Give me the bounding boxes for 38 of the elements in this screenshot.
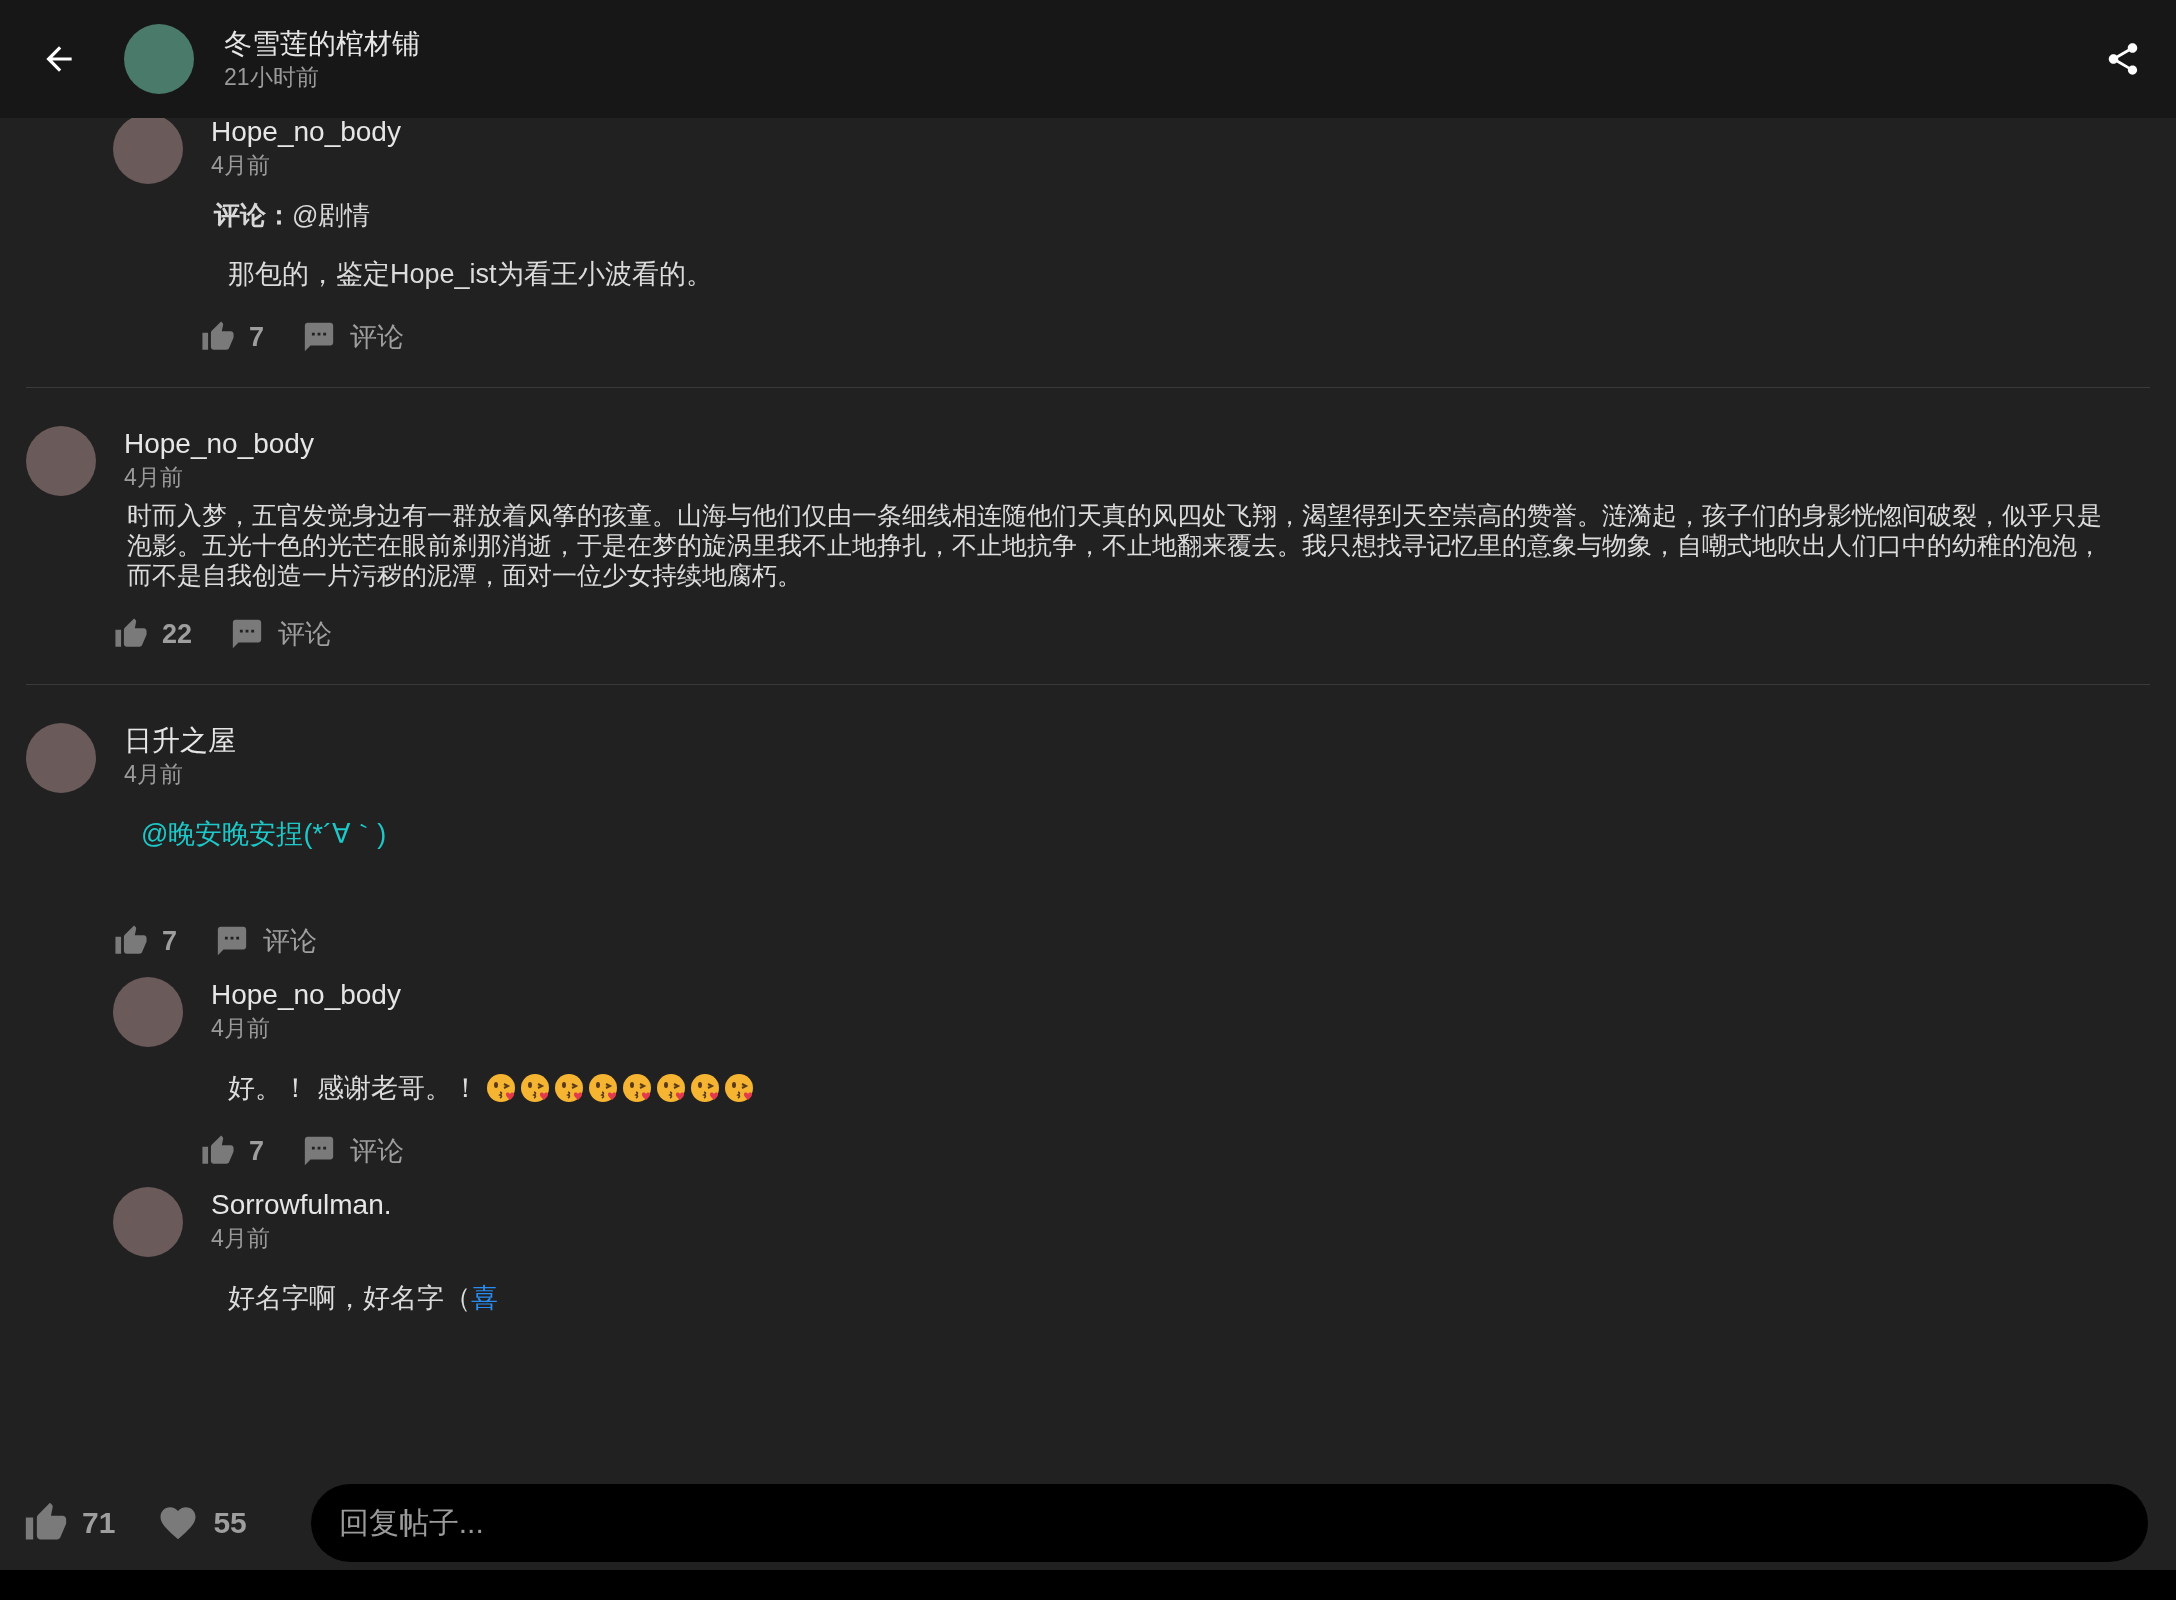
mention-link[interactable]: @晚安晚安捏(*´∀｀) <box>141 815 387 853</box>
comment-text: 那包的，鉴定Hope_ist为看王小波看的。 <box>228 258 714 291</box>
like-button[interactable]: 7 <box>114 924 178 958</box>
username: 日升之屋 <box>124 724 237 758</box>
comment-button[interactable]: 评论 <box>302 1133 405 1169</box>
kissing-face-icon <box>588 1072 620 1104</box>
kissing-face-icon <box>622 1072 654 1104</box>
text-link[interactable]: 喜 <box>471 1279 498 1317</box>
post-time: 4月前 <box>124 760 184 789</box>
post-time: 21小时前 <box>224 63 320 92</box>
post-time: 4月前 <box>211 1014 271 1043</box>
username: Sorrowfulman. <box>211 1188 393 1222</box>
post-time: 4月前 <box>124 463 184 492</box>
username: Hope_no_body <box>211 118 402 149</box>
comment-text: 好。！ 感谢老哥。！ <box>228 1072 480 1105</box>
comment-text: 好名字啊，好名字（ <box>228 1282 471 1315</box>
like-button[interactable]: 22 <box>114 617 193 651</box>
username: Hope_no_body <box>211 978 402 1012</box>
post-time: 4月前 <box>211 151 271 180</box>
like-button[interactable]: 7 <box>201 320 265 354</box>
comment-button[interactable]: 评论 <box>230 616 333 652</box>
kissing-face-icon <box>724 1072 756 1104</box>
kissing-face-icon <box>520 1072 552 1104</box>
kissing-face-icon <box>656 1072 688 1104</box>
like-button[interactable]: 71 <box>24 1500 116 1545</box>
comment-button[interactable]: 评论 <box>302 319 405 355</box>
post-time: 4月前 <box>211 1224 271 1253</box>
kissing-face-icon <box>486 1072 518 1104</box>
comment-text: 时而入梦，五官发觉身边有一群放着风筝的孩童。山海与他们仅由一条细线相连随他们天真的风四处飞翔，渴望得到天空崇高的赞誉。涟漪起，孩子们的身影恍惚间破裂，似乎只是泡影。五光十色的光芒在眼前刹那消逝，于是在梦的旋涡里我不止地挣扎，不止地抗争，不止地翻来覆去。我只想找寻记忆里的意象与物象，自嘲式地吹出人们口中的幼稚的泡泡，而不是自我创造一片污秽的泥潭，面对一位少女持续地腐朽。 <box>127 500 2103 590</box>
post-title: 冬雪莲的棺材铺 <box>224 27 421 61</box>
comment-button[interactable]: 评论 <box>215 923 318 959</box>
quoted-reference: 评论：@剧情 <box>214 199 372 232</box>
favorite-button[interactable]: 55 <box>157 1501 247 1544</box>
reply-input-field[interactable]: 回复帖子... <box>310 1483 2148 1562</box>
like-button[interactable]: 7 <box>201 1134 265 1168</box>
kissing-face-icon <box>690 1072 722 1104</box>
kissing-face-icon <box>554 1072 586 1104</box>
username: Hope_no_body <box>124 427 315 461</box>
